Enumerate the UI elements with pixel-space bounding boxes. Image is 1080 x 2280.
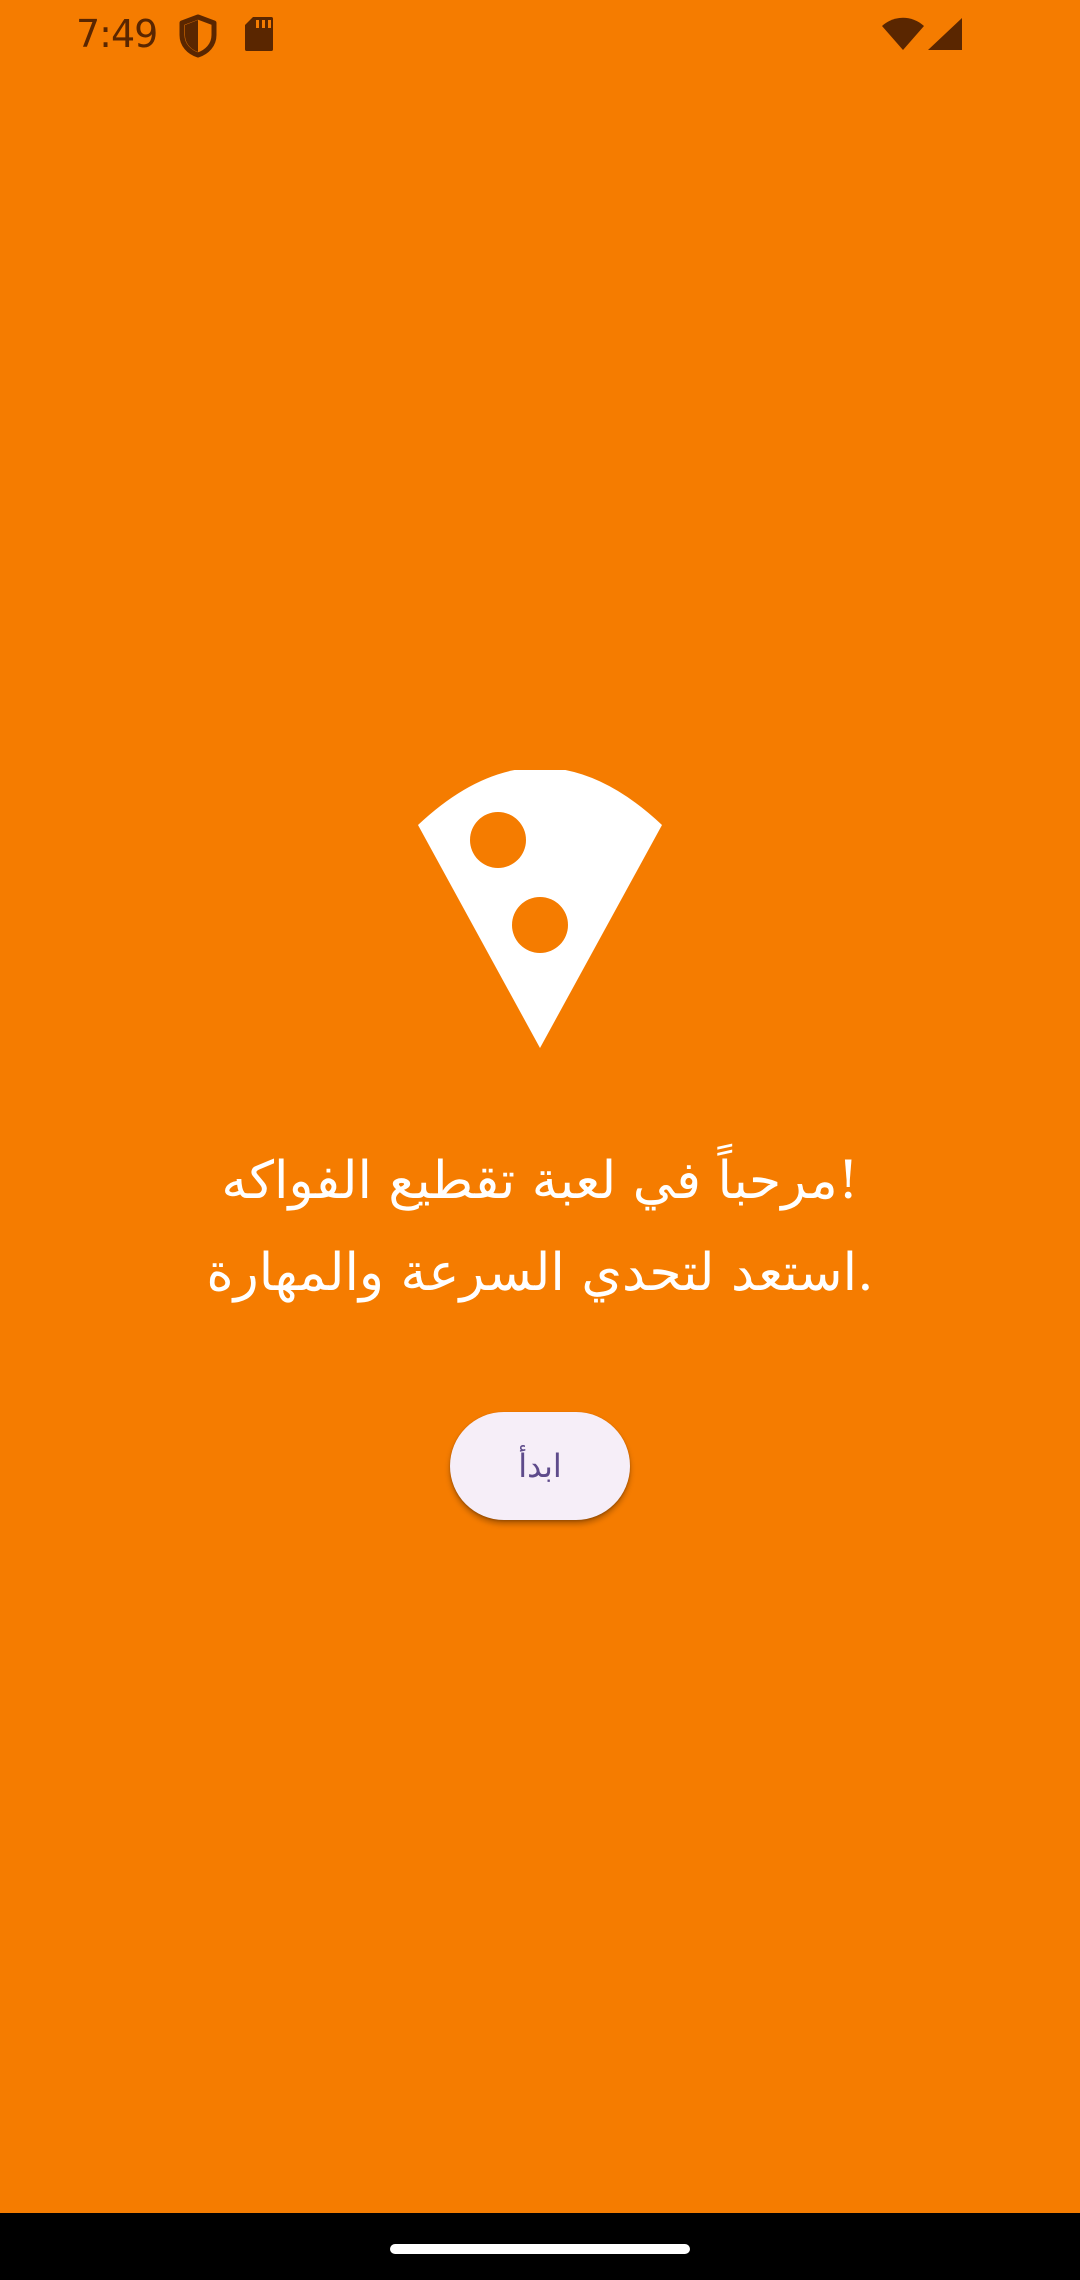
welcome-line-1: !مرحباً في لعبة تقطيع الفواكه <box>221 1151 859 1211</box>
wifi-icon <box>882 17 924 50</box>
pizza-slice-icon <box>418 770 662 1048</box>
status-time: 7:49 <box>76 12 158 56</box>
welcome-line-2: .استعد لتحدي السرعة والمهارة <box>206 1243 874 1303</box>
welcome-text: !مرحباً في لعبة تقطيع الفواكه .استعد لتح… <box>90 1135 990 1319</box>
start-button[interactable]: ابدأ <box>450 1412 630 1520</box>
app-screen: 7:49 !مرحباً في لعبة تقطيع الفواكه .استع… <box>0 0 1080 2213</box>
sdcard-icon <box>245 17 273 51</box>
home-indicator[interactable] <box>390 2244 690 2254</box>
shield-icon <box>179 14 217 58</box>
navigation-bar <box>0 2213 1080 2280</box>
signal-icon <box>928 18 962 50</box>
status-bar: 7:49 <box>0 0 1080 70</box>
start-button-label: ابدأ <box>518 1447 562 1485</box>
